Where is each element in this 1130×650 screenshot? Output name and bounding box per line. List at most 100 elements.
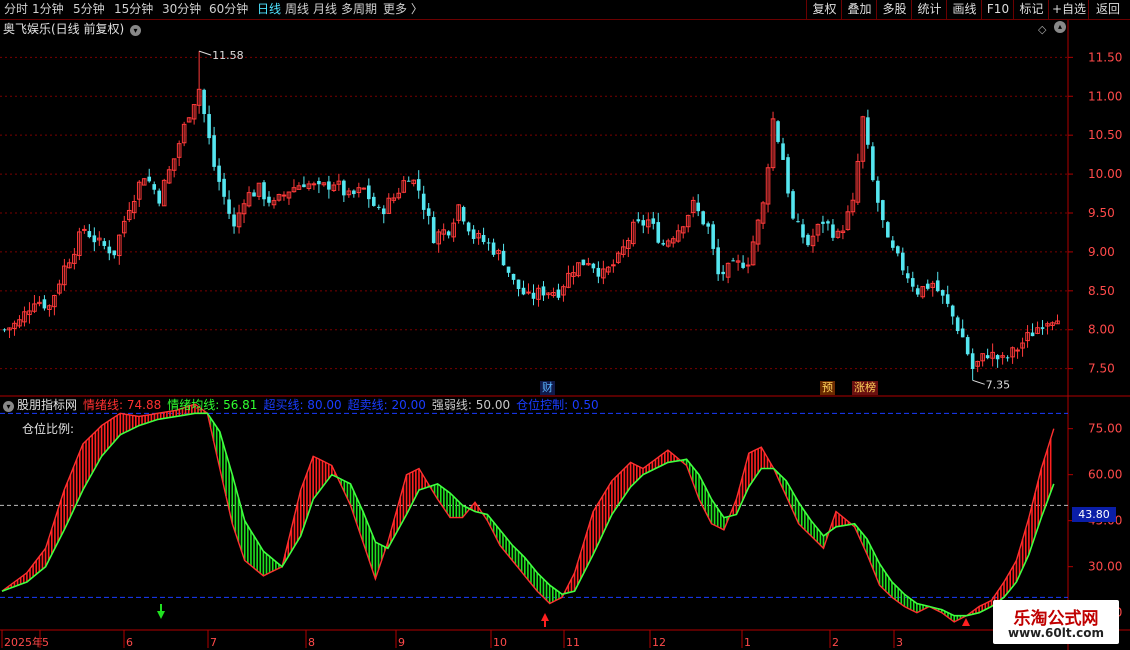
candle-body [42,299,47,309]
period-tab-2[interactable]: 5分钟 [73,1,105,18]
candle-body [935,280,940,292]
candle-body [207,114,211,139]
toolbar-button-7[interactable]: +自选 [1048,0,1089,19]
candle-body [267,196,271,203]
candle-body [866,117,870,145]
period-tab-10[interactable]: 更多 〉 [383,1,423,18]
toolbar-button-3[interactable]: 统计 [911,0,947,19]
candle-body [426,208,431,216]
indicator-axis-label: 75.00 [1088,422,1122,436]
candle-body [950,305,955,317]
period-tab-9[interactable]: 多周期 [341,1,377,18]
price-axis-label: 11.00 [1088,89,1122,103]
candle-body [262,182,266,200]
period-tab-1[interactable]: 1分钟 [32,1,64,18]
date-axis-label: 1 [744,636,751,649]
indicator-value-1: 情绪均线: 56.81 [167,398,258,412]
stock-title: 奥飞娱乐(日线 前复权) ▾ [3,22,142,37]
price-axis-label: 10.00 [1088,167,1122,181]
indicator-value-3: 超卖线: 20.00 [347,398,426,412]
event-badge-2[interactable]: 涨榜 [852,381,878,395]
period-tab-8[interactable]: 月线 [313,1,337,18]
watermark: 乐淘公式网 www.60lt.com [993,600,1119,644]
candle-body [970,353,975,369]
toolbar-button-4[interactable]: 画线 [946,0,982,19]
candle-body [776,121,780,142]
period-tab-0[interactable]: 分时 [4,1,28,18]
candle-body [745,264,751,267]
candle-body [945,294,950,304]
period-tab-6[interactable]: 日线 [257,1,281,18]
candle-body [706,223,710,227]
candle-body [786,157,790,194]
candle-body [461,207,466,222]
chevron-down-icon[interactable]: ▾ [130,25,142,36]
candle-body [721,271,725,275]
price-axis-label: 9.00 [1088,245,1115,259]
toolbar-button-2[interactable]: 多股 [876,0,912,19]
candle-body [596,267,601,277]
diamond-icon[interactable]: ◇ [1038,22,1046,37]
candle-body [791,191,795,219]
event-badge-0[interactable]: 财 [540,381,555,395]
candle-body [955,317,960,332]
candle-body [311,183,317,186]
candle-body [541,286,546,296]
indicator-value-0: 情绪线: 74.88 [83,398,162,412]
date-axis-label: 6 [126,636,133,649]
period-tab-4[interactable]: 30分钟 [162,1,201,18]
candle-body [217,165,221,182]
event-badge-1[interactable]: 预 [820,381,835,395]
candle-body [696,202,700,212]
candle-body [940,290,945,296]
candle-body [157,190,161,204]
date-axis-label: 2 [832,636,839,649]
indicator-header: ▾ 股朋指标网 情绪线: 74.88 情绪均线: 56.81 超买线: 80.00 超卖线… [3,398,605,413]
candle-body [995,355,1000,360]
candle-body [711,224,715,249]
candle-body [431,217,436,244]
candle-body [831,224,835,238]
candle-body [381,208,386,215]
chart-area[interactable]: 7.50 8.00 8.50 9.00 9.50 10.00 10.50 11.00 11.50… [0,20,1130,650]
candle-body [896,246,900,254]
candle-body [222,178,226,197]
candle-body [656,222,661,243]
candle-body [881,200,885,221]
date-axis-label: 2025年 [4,635,43,649]
emotion-average-line [1,412,1055,617]
candle-body [406,180,411,182]
date-axis-label: 12 [652,636,666,649]
candle-body [491,242,496,255]
candle-body [232,214,236,227]
indicator-value-5: 仓位控制: 0.50 [516,398,599,412]
collapse-icon[interactable]: ▴ [1054,21,1066,33]
toolbar-button-0[interactable]: 复权 [806,0,842,19]
price-axis-label: 11.50 [1088,50,1122,64]
toolbar-button-8[interactable]: 返回 [1088,0,1127,19]
period-tab-5[interactable]: 60分钟 [209,1,248,18]
candle-body [416,179,421,191]
period-tab-7[interactable]: 周线 [285,1,309,18]
chevron-down-icon[interactable]: ▾ [3,401,14,412]
candle-body [521,287,526,295]
candle-body [342,180,346,196]
candle-body [796,221,800,223]
candle-body [806,234,810,246]
candle-body [716,247,720,275]
candle-body [516,279,521,290]
candle-body [910,278,915,287]
period-tab-3[interactable]: 15分钟 [114,1,153,18]
candle-body [731,260,735,262]
candle-body [960,328,965,338]
toolbar-button-6[interactable]: 标记 [1013,0,1049,19]
candle-body [511,273,516,280]
toolbar-button-5[interactable]: F10 [981,0,1014,19]
candle-body [2,329,7,331]
price-axis-label: 7.50 [1088,362,1115,376]
candle-body [641,220,646,226]
indicator-name: 股朋指标网 [17,398,78,412]
toolbar-button-1[interactable]: 叠加 [841,0,877,19]
candle-body [661,243,666,245]
price-axis-label: 8.00 [1088,323,1115,337]
